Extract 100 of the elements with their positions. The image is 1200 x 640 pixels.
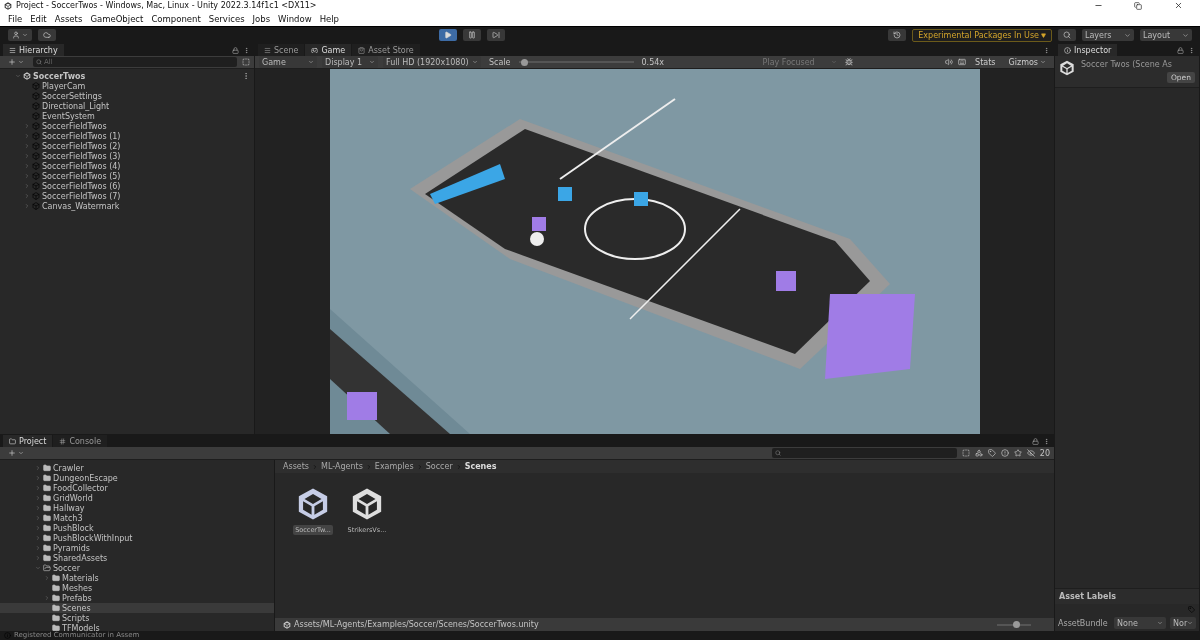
hierarchy-item[interactable]: SoccerFieldTwos (6)	[42, 181, 121, 191]
folder-row[interactable]: Scripts	[0, 613, 274, 624]
folder-row[interactable]: Soccer	[0, 563, 274, 574]
folder-row[interactable]: Pyramids	[0, 543, 274, 554]
hierarchy-item[interactable]: SoccerTwos	[33, 71, 86, 81]
hierarchy-item[interactable]: SoccerSettings	[42, 91, 102, 101]
breadcrumb-link[interactable]: Soccer	[425, 462, 453, 472]
gizmos-button[interactable]: Gizmos	[1004, 56, 1050, 69]
hidden-count: 20	[1039, 448, 1050, 458]
hidden-icon[interactable]	[1026, 449, 1035, 458]
menu-item[interactable]: Services	[208, 14, 245, 25]
search-icon	[36, 59, 42, 66]
folder-label: PushBlock	[53, 523, 94, 533]
panel-tab[interactable]: Project	[3, 435, 53, 448]
restore-icon[interactable]	[1134, 1, 1142, 10]
unity-scene-icon	[296, 487, 330, 522]
menu-item[interactable]: File	[8, 14, 23, 25]
hierarchy-item[interactable]: PlayerCam	[42, 81, 86, 91]
breadcrumb-link[interactable]: ML-Agents	[321, 462, 363, 472]
packages-notice-button[interactable]: Experimental Packages In Use	[912, 28, 1052, 42]
folder-row[interactable]: Prefabs	[0, 593, 274, 604]
star-icon[interactable]	[1013, 449, 1022, 458]
inspector-tab[interactable]: Inspector	[1058, 44, 1118, 57]
hierarchy-item[interactable]: SoccerFieldTwos (5)	[42, 171, 121, 181]
menu-item[interactable]: GameObject	[90, 14, 144, 25]
pause-button[interactable]	[463, 29, 482, 42]
scene-icon	[23, 72, 31, 81]
panel-tab[interactable]: Console	[53, 435, 108, 448]
breadcrumb-link[interactable]: Assets	[283, 462, 310, 472]
hierarchy-item[interactable]: SoccerFieldTwos (3)	[42, 151, 121, 161]
label-filter-icon[interactable]	[987, 449, 996, 458]
alert-icon[interactable]	[1000, 449, 1009, 458]
cloud-button[interactable]	[38, 29, 56, 42]
folder-row[interactable]: Materials	[0, 573, 274, 584]
step-button[interactable]	[487, 29, 506, 42]
menu-item[interactable]: Component	[151, 14, 201, 25]
search-button[interactable]	[1058, 29, 1076, 42]
breadcrumb-link[interactable]: Examples	[374, 462, 414, 472]
mode-dropdown[interactable]: Game	[259, 56, 317, 69]
more-icon[interactable]	[242, 72, 250, 81]
menu-item[interactable]: Assets	[54, 14, 83, 25]
hierarchy-item[interactable]: SoccerFieldTwos (4)	[42, 161, 121, 171]
stats-button[interactable]: Stats	[971, 56, 1000, 69]
layers-dropdown[interactable]: Layers	[1082, 29, 1134, 42]
menu-item[interactable]: Help	[319, 14, 339, 25]
folder-row[interactable]: DungeonEscape	[0, 473, 274, 484]
hierarchy-item[interactable]: EventSystem	[42, 111, 95, 121]
history-button[interactable]	[888, 29, 907, 42]
close-icon[interactable]	[1173, 1, 1183, 11]
breadcrumb-link[interactable]: Scenes	[464, 462, 497, 472]
account-dropdown[interactable]	[8, 29, 32, 42]
folder-row[interactable]: TFModels	[0, 623, 274, 632]
folder-row[interactable]: GridWorld	[0, 493, 274, 504]
scale-slider[interactable]	[518, 58, 634, 66]
folder-row[interactable]: Scenes	[0, 603, 274, 614]
type-filter-icon[interactable]	[974, 449, 983, 458]
folder-row[interactable]: Meshes	[0, 583, 274, 594]
plus-icon	[8, 449, 16, 458]
folder-label: PushBlockWithInput	[53, 533, 133, 543]
step-icon	[492, 31, 501, 40]
folder-row[interactable]: Match3	[0, 513, 274, 524]
caret-icon	[472, 59, 478, 66]
keyboard-icon[interactable]	[958, 58, 967, 67]
lock-icon[interactable]	[232, 46, 239, 54]
search-field[interactable]	[771, 448, 957, 459]
folder-label: DungeonEscape	[53, 473, 118, 483]
folder-row[interactable]: PushBlockWithInput	[0, 533, 274, 544]
hierarchy-tab[interactable]: Hierarchy	[3, 44, 64, 57]
lock-icon[interactable]	[1032, 437, 1039, 445]
view-tab[interactable]: Game	[305, 44, 352, 57]
menu-item[interactable]: Edit	[30, 14, 47, 25]
resolution-dropdown[interactable]: Full HD (1920x1080)	[383, 56, 481, 69]
folder-row[interactable]: Hallway	[0, 503, 274, 514]
folder-label: Match3	[53, 513, 83, 523]
lock-icon[interactable]	[1177, 46, 1184, 54]
speaker-icon[interactable]	[945, 58, 954, 67]
icon-size-thumb[interactable]	[1013, 621, 1021, 629]
folder-row[interactable]: Crawler	[0, 463, 274, 474]
play-button[interactable]	[439, 29, 458, 42]
hierarchy-item[interactable]: SoccerFieldTwos (7)	[42, 191, 121, 201]
folder-label: Pyramids	[53, 543, 90, 553]
unity-logo-icon	[4, 1, 12, 10]
folder-row[interactable]: SharedAssets	[0, 553, 274, 564]
bug-icon[interactable]	[844, 58, 853, 67]
display-dropdown[interactable]: Display 1	[322, 56, 378, 69]
assetbundle-dropdown[interactable]: None	[1114, 617, 1166, 630]
menu-item[interactable]: Window	[278, 14, 312, 25]
folder-row[interactable]: PushBlock	[0, 523, 274, 534]
variant-dropdown[interactable]: Nor	[1170, 617, 1196, 630]
hierarchy-item[interactable]: SoccerFieldTwos (2)	[42, 141, 121, 151]
view-tab[interactable]: Scene	[258, 44, 305, 57]
hierarchy-item[interactable]: Directional_Light	[42, 101, 110, 111]
menu-item[interactable]: Jobs	[252, 14, 271, 25]
layout-dropdown[interactable]: Layout	[1140, 29, 1192, 42]
hierarchy-item[interactable]: SoccerFieldTwos (1)	[42, 131, 121, 141]
view-tab[interactable]: Asset Store	[352, 44, 420, 57]
hierarchy-item[interactable]: Canvas_Watermark	[42, 201, 120, 211]
folder-row[interactable]: FoodCollector	[0, 483, 274, 494]
scale-thumb[interactable]	[520, 58, 528, 66]
hierarchy-item[interactable]: SoccerFieldTwos	[42, 121, 107, 131]
